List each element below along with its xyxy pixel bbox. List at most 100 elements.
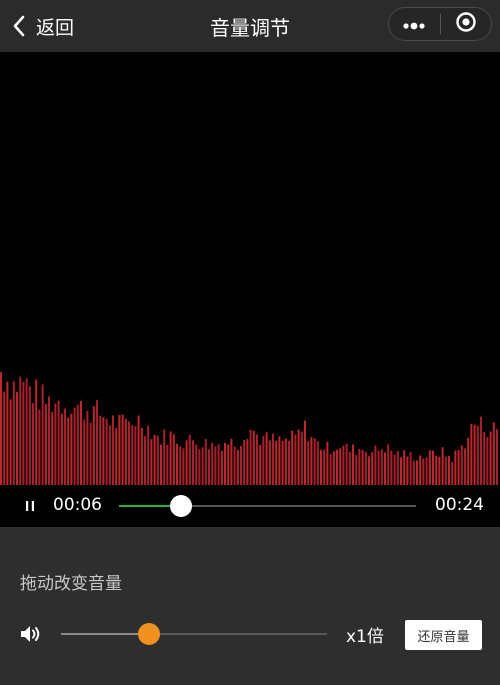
waveform-bar [374, 445, 377, 485]
waveform-bar [496, 429, 498, 485]
waveform-bar [44, 404, 47, 485]
waveform-bar [288, 440, 290, 485]
waveform-bar [345, 443, 348, 485]
more-button[interactable] [389, 8, 440, 40]
waveform-bar [371, 452, 374, 485]
waveform-bar [460, 445, 463, 485]
waveform-bar [297, 429, 300, 485]
waveform-bar [483, 431, 486, 485]
waveform-bar [377, 450, 380, 485]
waveform-bar [185, 440, 188, 485]
waveform-bar [25, 378, 28, 485]
waveform-bar [259, 445, 262, 485]
waveform-bar [144, 436, 146, 485]
waveform-bar [326, 441, 329, 485]
waveform-bar [70, 413, 73, 485]
waveform-bar [131, 425, 134, 485]
waveform-bar [118, 415, 121, 485]
waveform-bar [435, 455, 438, 485]
waveform-bar [140, 428, 143, 485]
waveform-bar [76, 404, 79, 485]
waveform-bar [230, 438, 233, 485]
waveform-bar [137, 415, 140, 485]
pause-icon[interactable] [22, 498, 38, 514]
waveform-bar [83, 419, 86, 485]
waveform-bar [268, 440, 271, 485]
waveform-bar [307, 441, 310, 485]
waveform-bar [300, 431, 303, 485]
waveform-bar [150, 439, 153, 485]
waveform-bar [390, 450, 393, 485]
waveform-bar [86, 410, 89, 485]
waveform-bar [179, 446, 182, 485]
waveform-bar [64, 408, 66, 485]
volume-slider[interactable] [61, 623, 327, 645]
waveform-bar [102, 417, 105, 485]
waveform-bar [89, 422, 92, 485]
waveform-bar [224, 442, 226, 485]
waveform-bar [163, 429, 166, 485]
waveform-bar [19, 376, 22, 485]
waveform-bar [457, 450, 460, 485]
waveform-bar [121, 414, 124, 485]
waveform-bar [486, 437, 489, 485]
waveform-bar [368, 456, 370, 485]
volume-thumb[interactable] [137, 623, 160, 645]
waveform-bar [422, 458, 425, 485]
waveform-bar [195, 444, 198, 485]
waveform-bar [451, 461, 454, 485]
waveform-bar [96, 400, 98, 485]
waveform-bar [236, 449, 239, 485]
waveform-bar [278, 436, 281, 485]
waveform-bar [412, 460, 415, 485]
waveform-bar [393, 454, 396, 485]
waveform-bar [336, 449, 338, 485]
waveform-bar [51, 412, 54, 485]
waveform-bar [320, 449, 322, 485]
waveform-bar [211, 442, 214, 485]
waveform-bar [176, 443, 178, 485]
waveform-bar [99, 415, 102, 485]
waveform-bar [291, 430, 294, 485]
waveform-bar [428, 450, 431, 485]
waveform-bar [419, 455, 422, 485]
close-button[interactable] [441, 8, 492, 40]
progress-thumb[interactable] [170, 495, 193, 517]
reset-volume-button[interactable]: 还原音量 [405, 620, 482, 650]
waveform-bar [265, 432, 268, 485]
waveform-bar [92, 406, 95, 485]
waveform-bar [134, 426, 137, 485]
waveform-bar [124, 418, 127, 485]
waveform-bar [12, 381, 15, 485]
waveform-bar [329, 454, 332, 485]
waveform-bar [342, 445, 345, 485]
waveform-bar [384, 452, 386, 485]
waveform-bar [3, 391, 6, 485]
waveform-bar [38, 409, 41, 485]
waveform-bar [380, 449, 383, 485]
waveform-bar [470, 423, 473, 485]
waveform-bar [403, 450, 406, 485]
waveform-bar [387, 444, 390, 485]
waveform-bar [80, 401, 82, 485]
waveform-bar [473, 424, 476, 485]
player-controls: 00:06 00:24 [0, 485, 500, 527]
waveform-bar [476, 425, 479, 485]
waveform-bar [400, 457, 402, 485]
waveform-bar [294, 434, 297, 485]
waveform-bar [252, 430, 255, 485]
waveform-bar [256, 434, 258, 485]
waveform-bar [35, 379, 38, 485]
waveform-bar [313, 438, 316, 485]
waveform-bar [464, 448, 466, 485]
volume-panel: 拖动改变音量 x1倍 还原音量 [0, 527, 500, 685]
waveform-bar [201, 447, 204, 485]
waveform-bar [249, 429, 252, 485]
video-area[interactable] [0, 52, 500, 485]
progress-slider[interactable] [119, 495, 416, 517]
waveform-bar [304, 420, 306, 485]
waveform-bar [425, 457, 428, 485]
waveform-bar [0, 372, 2, 485]
waveform-bar [416, 460, 418, 485]
waveform-bar [316, 441, 319, 485]
